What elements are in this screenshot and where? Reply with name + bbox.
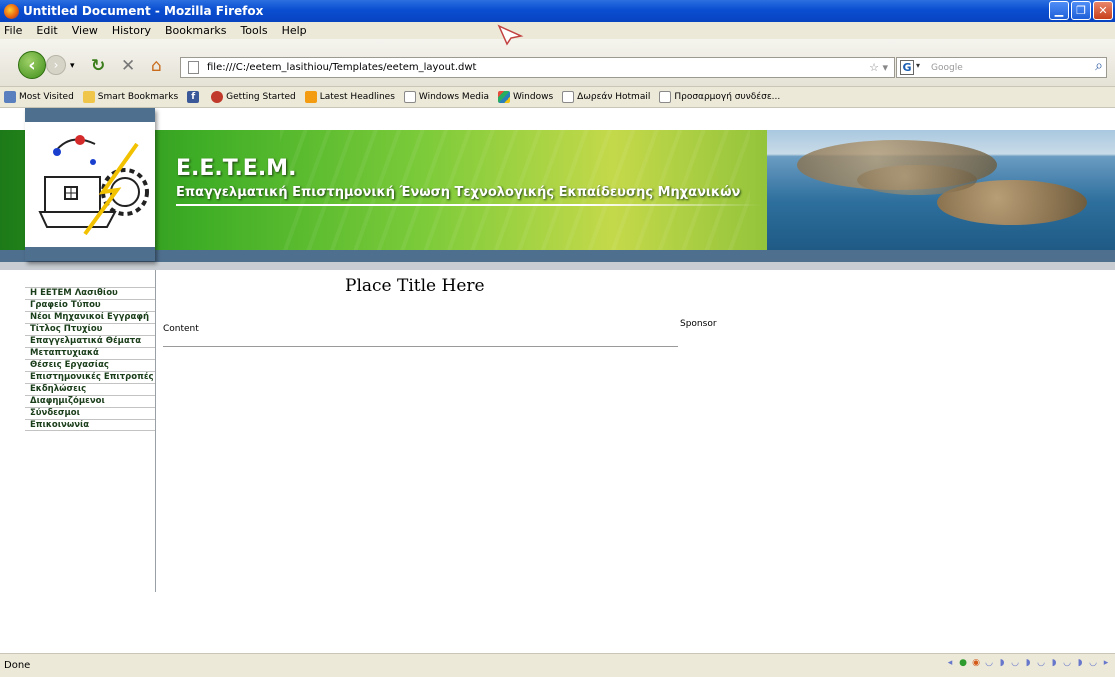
page-icon [188,61,199,74]
close-button[interactable]: ✕ [1093,1,1113,20]
bookmark-getting-started[interactable]: Getting Started [211,91,296,103]
sidebar-item-advertisers[interactable]: Διαφημιζόμενοι [25,395,155,407]
bookmark-most-visited[interactable]: Most Visited [4,91,74,103]
sidebar-item-contact[interactable]: Επικοινωνία [25,419,155,431]
org-subtitle: Επαγγελματική Επιστημονική Ένωση Τεχνολο… [176,185,741,200]
minimize-button[interactable]: ▁ [1049,1,1069,20]
header-photo [767,130,1115,250]
forward-button[interactable]: › [46,55,66,75]
addon-icon-2[interactable]: ◗ [997,658,1007,671]
org-underline [176,204,761,206]
addon-icon-8[interactable]: ◗ [1075,658,1085,671]
google-icon[interactable]: G [900,60,914,75]
most-visited-icon [4,91,16,103]
sponsor-placeholder: Sponsor [680,319,717,329]
addon-green-icon[interactable]: ● [958,658,968,671]
navigation-toolbar: ‹ › ▾ ↻ ✕ ⌂ file:///C:/eetem_lasithiou/T… [0,39,1115,87]
windows-icon [497,91,510,103]
bookmark-facebook[interactable]: f [187,91,202,103]
header-strip [0,250,1115,262]
org-title: E.E.T.E.M. [176,156,297,181]
bookmark-star-icon[interactable]: ☆ ▾ [869,61,888,74]
menu-history[interactable]: History [112,24,151,37]
rss-icon [304,91,317,103]
address-url: file:///C:/eetem_lasithiou/Templates/eet… [207,62,477,73]
addon-icon-3[interactable]: ◡ [1010,658,1020,671]
stop-icon[interactable]: ✕ [121,56,135,76]
addon-icon-7[interactable]: ◡ [1062,658,1072,671]
search-box[interactable]: G ▾ Google ⌕ [896,57,1107,78]
sidebar-item-events[interactable]: Εκδηλώσεις [25,383,155,395]
logo-frame [25,108,155,261]
mouse-cursor-icon [497,24,524,46]
sidebar-item-scientific-committees[interactable]: Επιστημονικές Επιτροπές [25,371,155,383]
getting-started-icon [211,91,224,103]
bookmark-smart-bookmarks[interactable]: Smart Bookmarks [82,91,178,103]
sidebar-item-new-engineers[interactable]: Νέοι Μηχανικοί Εγγραφή [25,311,155,323]
page-icon [403,91,416,103]
content-divider [163,346,678,347]
addon-icon-4[interactable]: ◗ [1023,658,1033,671]
sidebar-item-degree-title[interactable]: Τίτλος Πτυχίου [25,323,155,335]
menu-help[interactable]: Help [282,24,307,37]
search-icon[interactable]: ⌕ [1095,58,1103,74]
addon-icon-1[interactable]: ◡ [984,658,994,671]
folder-icon [82,91,95,103]
facebook-icon: f [187,91,200,103]
page-title: Place Title Here [345,276,485,296]
maximize-button[interactable]: ❐ [1071,1,1091,20]
status-text: Done [4,660,31,671]
addon-orange-icon[interactable]: ◉ [971,658,981,671]
window-titlebar: Untitled Document - Mozilla Firefox ▁ ❐ … [0,0,1115,22]
menu-bookmarks[interactable]: Bookmarks [165,24,226,37]
addon-icon-6[interactable]: ◗ [1049,658,1059,671]
addon-icon-5[interactable]: ◡ [1036,658,1046,671]
menu-view[interactable]: View [72,24,98,37]
sidebar-nav: Η ΕΕΤΕΜ Λασιθίου Γραφείο Τύπου Νέοι Μηχα… [25,287,155,431]
page-icon [562,91,575,103]
search-engine-dropdown-icon[interactable]: ▾ [916,61,920,70]
bookmarks-toolbar: Most Visited Smart Bookmarks f Getting S… [0,87,1115,108]
sidebar-item-links[interactable]: Σύνδεσμοι [25,407,155,419]
sidebar: Η ΕΕΤΕΜ Λασιθίου Γραφείο Τύπου Νέοι Μηχα… [25,270,156,592]
menu-edit[interactable]: Edit [36,24,57,37]
back-button[interactable]: ‹ [18,51,46,79]
bookmark-windows-media[interactable]: Windows Media [403,91,489,103]
sidebar-item-jobs[interactable]: Θέσεις Εργασίας [25,359,155,371]
reload-icon[interactable]: ↻ [91,56,105,76]
bookmark-customize-links[interactable]: Προσαρμογή συνδέσε... [659,91,780,103]
menu-tools[interactable]: Tools [240,24,267,37]
bookmark-latest-headlines[interactable]: Latest Headlines [304,91,395,103]
bookmark-windows[interactable]: Windows [497,91,553,103]
sidebar-item-eetem-lasithiou[interactable]: Η ΕΕΤΕΜ Λασιθίου [25,287,155,299]
window-title: Untitled Document - Mozilla Firefox [23,4,264,18]
page-icon [659,91,672,103]
status-bar: Done ◂ ● ◉ ◡ ◗ ◡ ◗ ◡ ◗ ◡ ◗ ◡ ▸ [0,653,1115,677]
sidebar-item-professional-issues[interactable]: Επαγγελματικά Θέματα [25,335,155,347]
logo [25,122,155,247]
addon-left-arrow-icon[interactable]: ◂ [945,658,955,671]
content-placeholder: Content [163,324,199,334]
addon-icons: ◂ ● ◉ ◡ ◗ ◡ ◗ ◡ ◗ ◡ ◗ ◡ ▸ [945,658,1111,671]
address-bar[interactable]: file:///C:/eetem_lasithiou/Templates/eet… [180,57,895,78]
sidebar-item-press-office[interactable]: Γραφείο Τύπου [25,299,155,311]
menu-file[interactable]: File [4,24,22,37]
header-separator [0,262,1115,270]
menu-bar: File Edit View History Bookmarks Tools H… [0,22,1115,39]
addon-right-arrow-icon[interactable]: ▸ [1101,658,1111,671]
bookmark-hotmail[interactable]: Δωρεάν Hotmail [562,91,650,103]
firefox-icon [4,3,19,19]
sidebar-item-postgraduate[interactable]: Μεταπτυχιακά [25,347,155,359]
page-content: E.E.T.E.M. Επαγγελματική Επιστημονική Έν… [0,108,1115,653]
addon-icon-9[interactable]: ◡ [1088,658,1098,671]
search-placeholder: Google [931,62,963,73]
home-icon[interactable]: ⌂ [151,56,162,76]
history-dropdown-icon[interactable]: ▾ [70,61,75,71]
